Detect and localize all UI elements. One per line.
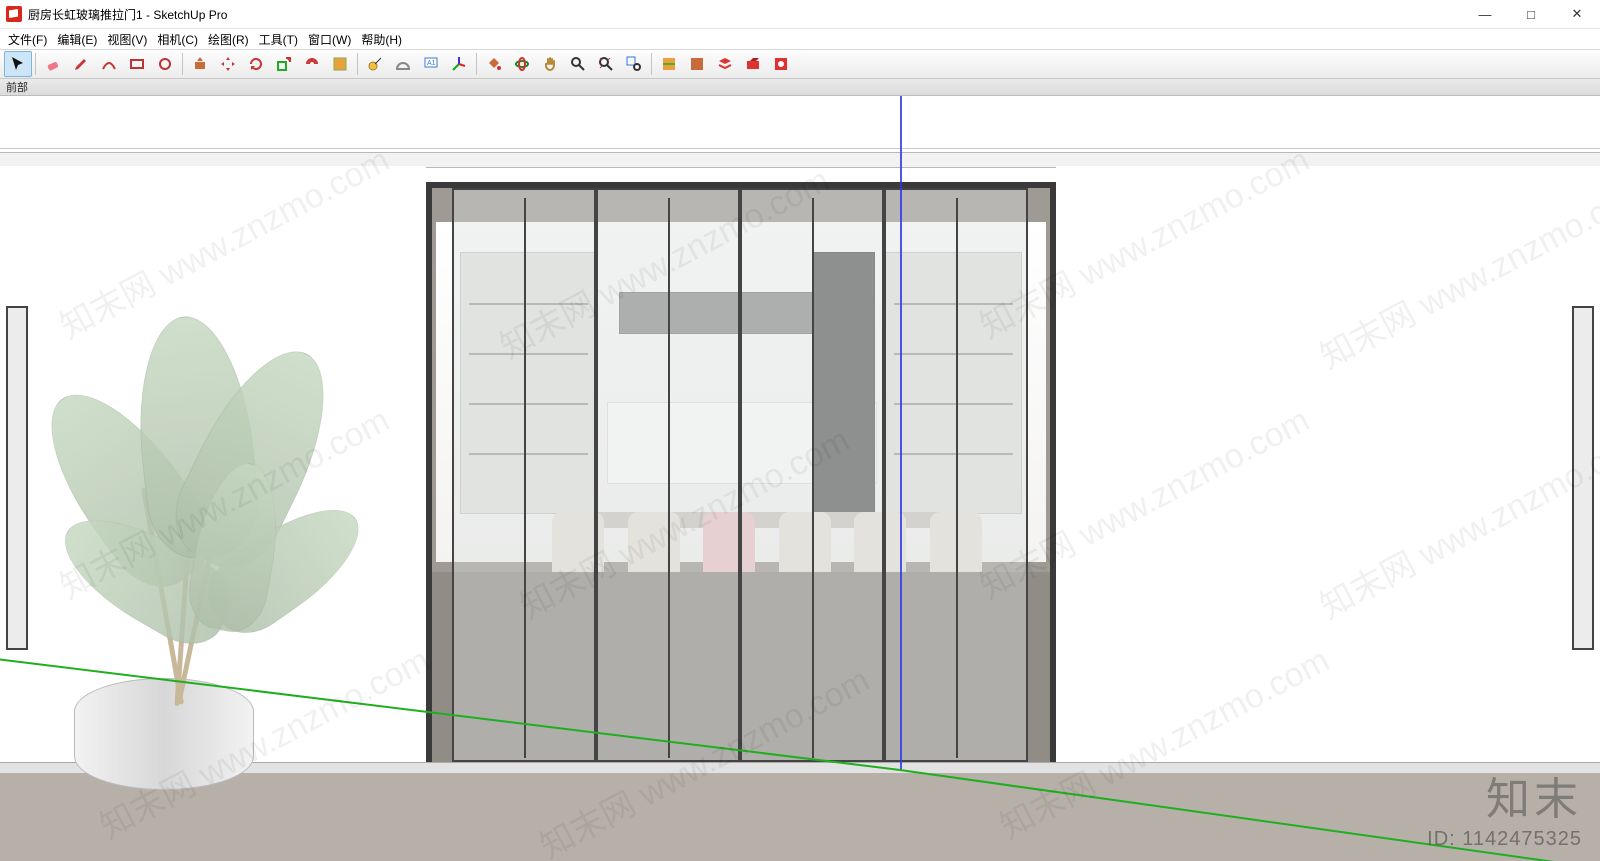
maximize-button[interactable]: □: [1508, 0, 1554, 28]
plant-pot: [74, 678, 254, 790]
toolbar-sep: [182, 53, 183, 75]
components-tool-icon[interactable]: [739, 51, 767, 77]
paint-tool-icon[interactable]: [480, 51, 508, 77]
menu-window[interactable]: 窗口(W): [304, 30, 355, 49]
close-button[interactable]: ✕: [1554, 0, 1600, 28]
zoom-extents-tool-icon[interactable]: [592, 51, 620, 77]
toolbar-sep: [651, 53, 652, 75]
axes-tool-icon[interactable]: [445, 51, 473, 77]
eraser-tool-icon[interactable]: [39, 51, 67, 77]
section-tool-icon[interactable]: [655, 51, 683, 77]
side-door-left: [6, 306, 28, 650]
menu-edit[interactable]: 编辑(E): [53, 30, 101, 49]
exterior-floor: [0, 765, 1600, 861]
toolbar-sep: [476, 53, 477, 75]
upper-wall: [0, 116, 1600, 149]
menu-camera[interactable]: 相机(C): [153, 30, 202, 49]
door-frame: [426, 182, 1056, 762]
wall-right: [1056, 166, 1600, 766]
styles-tool-icon[interactable]: [767, 51, 795, 77]
side-door-right: [1572, 306, 1594, 650]
svg-text:A1: A1: [427, 60, 436, 67]
text-tool-icon[interactable]: A1: [417, 51, 445, 77]
menu-draw[interactable]: 绘图(R): [204, 30, 253, 49]
axis-blue-icon: [900, 96, 902, 770]
wall-left: [0, 166, 426, 766]
followme-tool-icon[interactable]: [326, 51, 354, 77]
offset-tool-icon[interactable]: [298, 51, 326, 77]
sketchup-app-icon: [6, 6, 22, 22]
pencil-tool-icon[interactable]: [67, 51, 95, 77]
select-tool-icon[interactable]: [4, 51, 32, 77]
pushpull-tool-icon[interactable]: [186, 51, 214, 77]
layers-tool-icon[interactable]: [711, 51, 739, 77]
window-controls: — □ ✕: [1462, 0, 1600, 28]
menu-view[interactable]: 视图(V): [103, 30, 151, 49]
pan-tool-icon[interactable]: [536, 51, 564, 77]
zoom-window-tool-icon[interactable]: [620, 51, 648, 77]
menu-bar: 文件(F) 编辑(E) 视图(V) 相机(C) 绘图(R) 工具(T) 窗口(W…: [0, 29, 1600, 49]
id-overlay: ID: 1142475325: [1427, 828, 1582, 851]
toolbar-sep: [35, 53, 36, 75]
title-bar: 厨房长虹玻璃推拉门1 - SketchUp Pro — □ ✕: [0, 0, 1600, 29]
arc-tool-icon[interactable]: [95, 51, 123, 77]
rotate-tool-icon[interactable]: [242, 51, 270, 77]
rect-tool-icon[interactable]: [123, 51, 151, 77]
tape-tool-icon[interactable]: [361, 51, 389, 77]
menu-file[interactable]: 文件(F): [4, 30, 51, 49]
model-viewport[interactable]: 知末网 www.znzmo.com 知末网 www.znzmo.com 知末网 …: [0, 96, 1600, 861]
sliding-door: [426, 182, 1056, 762]
protractor-tool-icon[interactable]: [389, 51, 417, 77]
scale-tool-icon[interactable]: [270, 51, 298, 77]
brand-overlay: 知末: [1486, 763, 1582, 827]
title-bar-left: 厨房长虹玻璃推拉门1 - SketchUp Pro: [0, 6, 227, 23]
circle-tool-icon[interactable]: [151, 51, 179, 77]
orbit-tool-icon[interactable]: [508, 51, 536, 77]
main-toolbar: A1: [0, 49, 1600, 79]
zoom-tool-icon[interactable]: [564, 51, 592, 77]
toolbar-sep: [357, 53, 358, 75]
menu-help[interactable]: 帮助(H): [357, 30, 406, 49]
menu-tools[interactable]: 工具(T): [255, 30, 302, 49]
outliner-tool-icon[interactable]: [683, 51, 711, 77]
window-title: 厨房长虹玻璃推拉门1 - SketchUp Pro: [28, 6, 227, 23]
view-label: 前部: [6, 79, 28, 95]
scene-strip: 前部: [0, 79, 1600, 96]
minimize-button[interactable]: —: [1462, 0, 1508, 28]
move-tool-icon[interactable]: [214, 51, 242, 77]
